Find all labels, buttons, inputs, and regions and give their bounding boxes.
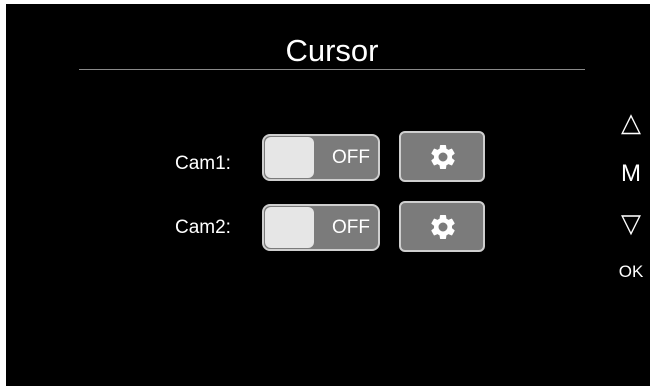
screen: Cursor Cam1: OFF Cam2: OFF △ M ▽ OK bbox=[6, 4, 650, 386]
cam1-label: Cam1: bbox=[175, 153, 231, 174]
cam1-settings-button[interactable] bbox=[399, 131, 485, 182]
gear-icon bbox=[431, 214, 455, 239]
cam1-toggle-knob bbox=[265, 137, 314, 178]
up-arrow-button[interactable]: △ bbox=[614, 108, 648, 136]
page-title: Cursor bbox=[285, 33, 379, 68]
gear-icon bbox=[431, 144, 455, 169]
cam2-label: Cam2: bbox=[175, 217, 231, 238]
menu-button[interactable]: M bbox=[614, 160, 648, 188]
cam1-toggle[interactable]: OFF bbox=[262, 134, 380, 181]
cam2-toggle-knob bbox=[265, 207, 314, 248]
cam1-toggle-state: OFF bbox=[332, 147, 370, 168]
ok-button[interactable]: OK bbox=[614, 262, 648, 282]
cam2-toggle-state: OFF bbox=[332, 217, 370, 238]
cam2-settings-button[interactable] bbox=[399, 201, 485, 252]
down-arrow-button[interactable]: ▽ bbox=[614, 209, 648, 237]
cam2-toggle[interactable]: OFF bbox=[262, 204, 380, 251]
title-divider bbox=[79, 69, 585, 70]
